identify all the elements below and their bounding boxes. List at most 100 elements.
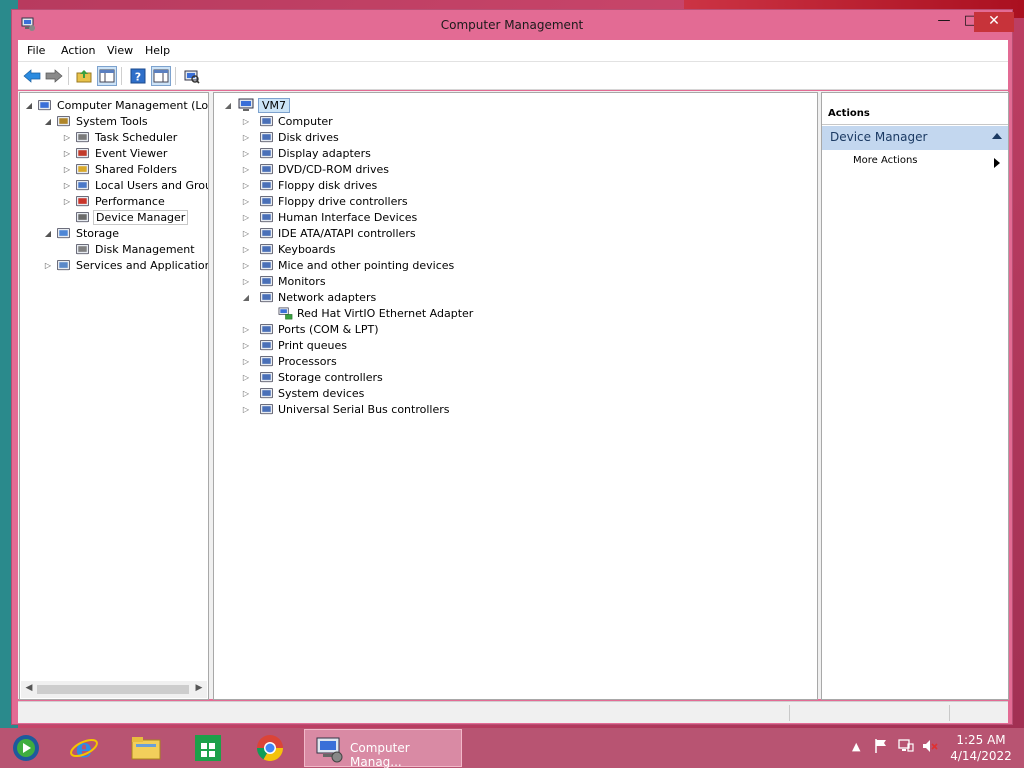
close-button[interactable]: ✕ <box>974 12 1014 32</box>
show-hidden-icons-icon[interactable]: ▲ <box>852 740 860 753</box>
collapse-arrow-icon[interactable]: ◢ <box>240 293 252 302</box>
back-button[interactable] <box>22 66 42 86</box>
expand-arrow-icon[interactable]: ▷ <box>240 181 252 190</box>
expand-arrow-icon[interactable]: ▷ <box>240 197 252 206</box>
collapse-arrow-icon[interactable]: ◢ <box>43 229 53 238</box>
device-category[interactable]: ▷ DVD/CD-ROM drives <box>240 161 389 177</box>
tree-item[interactable]: ▷ Performance <box>62 193 167 209</box>
collapse-arrow-icon[interactable]: ◢ <box>24 101 34 110</box>
system-clock[interactable]: 1:25 AM 4/14/2022 <box>950 732 1012 764</box>
expand-arrow-icon[interactable]: ▷ <box>240 341 252 350</box>
tree-item[interactable]: ◢ Storage <box>43 225 121 241</box>
device-category-label: Human Interface Devices <box>278 210 418 224</box>
tree-item[interactable]: ▷ Event Viewer <box>62 145 169 161</box>
device-category[interactable]: ▷ Processors <box>240 353 337 369</box>
collapse-arrow-icon[interactable]: ◢ <box>43 117 53 126</box>
expand-arrow-icon[interactable]: ▷ <box>240 213 252 222</box>
menu-file[interactable]: File <box>27 44 45 57</box>
device-category[interactable]: ▷ Print queues <box>240 337 347 353</box>
network-icon[interactable] <box>898 738 914 757</box>
device-category[interactable]: ▷ System devices <box>240 385 364 401</box>
volume-muted-icon[interactable] <box>922 738 938 757</box>
menu-view[interactable]: View <box>107 44 133 57</box>
tree-item[interactable]: Device Manager <box>62 209 189 225</box>
device-category[interactable]: ▷ Universal Serial Bus controllers <box>240 401 450 417</box>
device-category[interactable]: ▷ Display adapters <box>240 145 371 161</box>
menu-help[interactable]: Help <box>145 44 170 57</box>
expand-arrow-icon[interactable]: ▷ <box>240 405 252 414</box>
device-category[interactable]: ▷ IDE ATA/ATAPI controllers <box>240 225 416 241</box>
title-bar[interactable]: Computer Management — □ ✕ <box>12 10 1014 40</box>
expand-arrow-icon[interactable]: ▷ <box>62 181 72 190</box>
expand-arrow-icon[interactable]: ▷ <box>240 117 252 126</box>
expand-arrow-icon[interactable]: ▷ <box>62 197 72 206</box>
expand-arrow-icon[interactable]: ▷ <box>240 133 252 142</box>
expand-arrow-icon[interactable]: ▷ <box>240 373 252 382</box>
minimize-button[interactable]: — <box>931 12 957 32</box>
collapse-up-icon[interactable] <box>992 133 1002 139</box>
actions-section-device-manager[interactable]: Device Manager <box>822 126 1008 150</box>
chrome-button[interactable] <box>253 731 287 765</box>
device-category-label: Disk drives <box>278 130 339 144</box>
tree-item-label: Shared Folders <box>95 162 177 176</box>
show-hide-action-pane-button[interactable] <box>151 66 171 86</box>
device-category[interactable]: ▷ Disk drives <box>240 129 339 145</box>
device-category[interactable]: ▷ Human Interface Devices <box>240 209 417 225</box>
expand-arrow-icon[interactable]: ▷ <box>240 325 252 334</box>
device-category[interactable]: ▷ Ports (COM & LPT) <box>240 321 379 337</box>
scroll-right-icon[interactable]: ▶ <box>193 683 205 696</box>
tree-item[interactable]: ▷ Local Users and Groups <box>62 177 208 193</box>
expand-arrow-icon[interactable]: ▷ <box>240 357 252 366</box>
forward-button[interactable] <box>44 66 64 86</box>
device-category[interactable]: ▷ Storage controllers <box>240 369 383 385</box>
help-button[interactable]: ? <box>128 66 148 86</box>
store-button[interactable] <box>191 731 225 765</box>
svg-text:e: e <box>76 734 93 763</box>
tree-item[interactable]: Disk Management <box>62 241 197 257</box>
device-category-label: Floppy disk drives <box>278 178 378 192</box>
tree-item[interactable]: ▷ Shared Folders <box>62 161 179 177</box>
device-category[interactable]: ▷ Computer <box>240 113 333 129</box>
expand-arrow-icon[interactable]: ▷ <box>240 261 252 270</box>
tree-item[interactable]: ◢ System Tools <box>43 113 150 129</box>
expand-arrow-icon[interactable]: ▷ <box>240 245 252 254</box>
expand-arrow-icon[interactable]: ▷ <box>240 149 252 158</box>
device-category[interactable]: ▷ Floppy disk drives <box>240 177 377 193</box>
scrollbar-thumb[interactable] <box>37 685 189 694</box>
collapse-arrow-icon[interactable]: ◢ <box>222 101 234 110</box>
tree-item[interactable]: ▷ Services and Applications <box>43 257 208 273</box>
expand-arrow-icon[interactable]: ▷ <box>62 133 72 142</box>
internet-explorer-button[interactable]: e <box>67 731 101 765</box>
scroll-left-icon[interactable]: ◀ <box>23 683 35 696</box>
tree-item[interactable]: ▷ Task Scheduler <box>62 129 179 145</box>
expand-arrow-icon[interactable]: ▷ <box>240 389 252 398</box>
up-one-level-button[interactable] <box>74 66 94 86</box>
expand-arrow-icon[interactable]: ▷ <box>240 277 252 286</box>
device-category[interactable]: ▷ Keyboards <box>240 241 336 257</box>
submenu-arrow-icon[interactable] <box>994 158 1000 168</box>
expand-arrow-icon[interactable]: ▷ <box>43 261 53 270</box>
show-hide-console-tree-button[interactable] <box>97 66 117 86</box>
expand-arrow-icon[interactable]: ▷ <box>62 149 72 158</box>
file-explorer-button[interactable] <box>129 731 163 765</box>
taskbar-computer-management-button[interactable]: Computer Manag... <box>304 729 462 768</box>
event-viewer-icon <box>74 145 90 161</box>
expand-arrow-icon[interactable]: ▷ <box>240 229 252 238</box>
device-category[interactable]: ▷ Mice and other pointing devices <box>240 257 454 273</box>
expand-arrow-icon[interactable]: ▷ <box>240 165 252 174</box>
expand-arrow-icon[interactable]: ▷ <box>62 165 72 174</box>
device-category-label: IDE ATA/ATAPI controllers <box>278 226 416 240</box>
media-center-button[interactable] <box>9 731 43 765</box>
actions-section-label: Device Manager <box>830 130 928 144</box>
device-category[interactable]: ◢ Network adapters <box>240 289 376 305</box>
device-tree-root[interactable]: ◢ VM7 <box>222 97 291 113</box>
scan-hardware-button[interactable] <box>182 66 202 86</box>
action-center-flag-icon[interactable] <box>874 738 888 757</box>
device-category[interactable]: ▷ Monitors <box>240 273 326 289</box>
more-actions-item[interactable]: More Actions <box>853 155 918 166</box>
device-category[interactable]: ▷ Floppy drive controllers <box>240 193 408 209</box>
menu-action[interactable]: Action <box>61 44 95 57</box>
horizontal-scrollbar[interactable]: ◀ ▶ <box>21 681 207 698</box>
device-item[interactable]: Red Hat VirtIO Ethernet Adapter <box>271 305 473 321</box>
tree-item[interactable]: ◢ Computer Management (Local <box>24 97 208 113</box>
